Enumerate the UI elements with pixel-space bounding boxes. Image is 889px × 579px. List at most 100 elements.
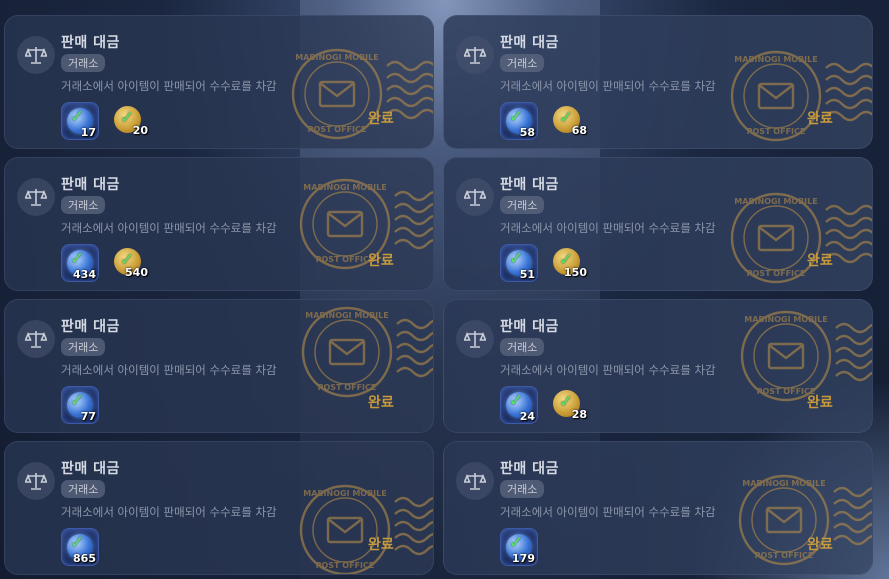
postmark-stamp: MABINOGI MOBILE POST OFFICE bbox=[726, 38, 872, 148]
postmark-stamp: MABINOGI MOBILE POST OFFICE bbox=[734, 462, 872, 572]
mail-card[interactable]: 판매 대금 거래소 거래소에서 아이템이 판매되어 수수료를 차감 ✓ 77 M… bbox=[4, 299, 434, 433]
mail-category-tag: 거래소 bbox=[61, 54, 106, 72]
check-icon: ✓ bbox=[70, 391, 85, 411]
envelope-icon bbox=[328, 338, 366, 366]
mail-description: 거래소에서 아이템이 판매되어 수수료를 차감 bbox=[61, 505, 277, 519]
status-label: 완료 bbox=[368, 253, 394, 269]
mail-category-tag: 거래소 bbox=[500, 480, 545, 498]
mail-title: 판매 대금 bbox=[500, 35, 559, 51]
check-icon: ✓ bbox=[509, 533, 524, 553]
check-icon: ✓ bbox=[509, 107, 524, 127]
check-icon: ✓ bbox=[70, 249, 85, 269]
mail-description: 거래소에서 아이템이 판매되어 수수료를 차감 bbox=[61, 79, 277, 93]
mail-description: 거래소에서 아이템이 판매되어 수수료를 차감 bbox=[500, 505, 716, 519]
stamp-top-text: MABINOGI MOBILE bbox=[305, 311, 388, 320]
reward-quantity: 540 bbox=[125, 266, 148, 279]
reward-gold[interactable]: ✓ 540 bbox=[112, 246, 148, 279]
mail-description: 거래소에서 아이템이 판매되어 수수료를 차감 bbox=[500, 221, 716, 235]
reward-gem[interactable]: ✓ 24 bbox=[500, 386, 538, 424]
mail-card[interactable]: 판매 대금 거래소 거래소에서 아이템이 판매되어 수수료를 차감 ✓ 24 ✓… bbox=[443, 299, 873, 433]
mail-card[interactable]: 판매 대금 거래소 거래소에서 아이템이 판매되어 수수료를 차감 ✓ 434 … bbox=[4, 157, 434, 291]
status-label: 완료 bbox=[368, 111, 394, 127]
stamp-top-text: MABINOGI MOBILE bbox=[734, 55, 817, 64]
mail-card[interactable]: 판매 대금 거래소 거래소에서 아이템이 판매되어 수수료를 차감 ✓ 865 … bbox=[4, 441, 434, 575]
postmark-stamp: MABINOGI MOBILE POST OFFICE bbox=[297, 300, 433, 404]
reward-quantity: 58 bbox=[519, 126, 535, 139]
stamp-top-text: MABINOGI MOBILE bbox=[295, 53, 378, 62]
reward-gem[interactable]: ✓ 51 bbox=[500, 244, 538, 282]
check-icon: ✓ bbox=[70, 107, 85, 127]
reward-gem[interactable]: ✓ 58 bbox=[500, 102, 538, 140]
reward-gem[interactable]: ✓ 17 bbox=[61, 102, 99, 140]
reward-gold[interactable]: ✓ 68 bbox=[551, 104, 587, 137]
envelope-icon bbox=[326, 516, 364, 544]
mail-list: 판매 대금 거래소 거래소에서 아이템이 판매되어 수수료를 차감 ✓ 17 ✓… bbox=[0, 0, 889, 579]
mail-card[interactable]: 판매 대금 거래소 거래소에서 아이템이 판매되어 수수료를 차감 ✓ 58 ✓… bbox=[443, 15, 873, 149]
mail-card[interactable]: 판매 대금 거래소 거래소에서 아이템이 판매되어 수수료를 차감 ✓ 17 ✓… bbox=[4, 15, 434, 149]
mail-title: 판매 대금 bbox=[500, 319, 559, 335]
mail-description: 거래소에서 아이템이 판매되어 수수료를 차감 bbox=[61, 221, 277, 235]
scale-icon bbox=[17, 462, 55, 500]
mail-category-tag: 거래소 bbox=[500, 196, 545, 214]
reward-quantity: 68 bbox=[571, 124, 587, 137]
reward-quantity: 51 bbox=[519, 268, 535, 281]
mail-card[interactable]: 판매 대금 거래소 거래소에서 아이템이 판매되어 수수료를 차감 ✓ 51 ✓… bbox=[443, 157, 873, 291]
mail-category-tag: 거래소 bbox=[500, 54, 545, 72]
status-label: 완료 bbox=[807, 111, 833, 127]
reward-quantity: 865 bbox=[73, 552, 96, 565]
status-label: 완료 bbox=[807, 537, 833, 553]
envelope-icon bbox=[765, 506, 803, 534]
stamp-bottom-text: POST OFFICE bbox=[747, 269, 806, 278]
stamp-top-text: MABINOGI MOBILE bbox=[742, 479, 825, 488]
check-icon: ✓ bbox=[509, 249, 524, 269]
reward-gem[interactable]: ✓ 77 bbox=[61, 386, 99, 424]
scale-icon bbox=[17, 36, 55, 74]
stamp-bottom-text: POST OFFICE bbox=[308, 125, 367, 134]
reward-quantity: 17 bbox=[80, 126, 96, 139]
mail-category-tag: 거래소 bbox=[61, 196, 106, 214]
stamp-top-text: MABINOGI MOBILE bbox=[303, 489, 386, 498]
postmark-stamp: MABINOGI MOBILE POST OFFICE bbox=[295, 166, 433, 276]
reward-quantity: 24 bbox=[519, 410, 535, 423]
mail-title: 판매 대금 bbox=[500, 461, 559, 477]
status-label: 완료 bbox=[368, 395, 394, 411]
mail-title: 판매 대금 bbox=[61, 319, 120, 335]
stamp-bottom-text: POST OFFICE bbox=[747, 127, 806, 136]
stamp-top-text: MABINOGI MOBILE bbox=[744, 315, 827, 324]
postmark-stamp: MABINOGI MOBILE POST OFFICE bbox=[736, 300, 872, 408]
mail-description: 거래소에서 아이템이 판매되어 수수료를 차감 bbox=[500, 363, 716, 377]
reward-quantity: 150 bbox=[564, 266, 587, 279]
mail-card[interactable]: 판매 대금 거래소 거래소에서 아이템이 판매되어 수수료를 차감 ✓ 179 … bbox=[443, 441, 873, 575]
postmark-stamp: MABINOGI MOBILE POST OFFICE bbox=[287, 36, 433, 146]
mail-title: 판매 대금 bbox=[61, 35, 120, 51]
scale-icon bbox=[456, 320, 494, 358]
scale-icon bbox=[17, 178, 55, 216]
postmark-stamp: MABINOGI MOBILE POST OFFICE bbox=[726, 180, 872, 290]
status-label: 완료 bbox=[368, 537, 394, 553]
reward-quantity: 434 bbox=[73, 268, 96, 281]
check-icon: ✓ bbox=[70, 533, 85, 553]
reward-gold[interactable]: ✓ 28 bbox=[551, 388, 587, 421]
reward-gold[interactable]: ✓ 150 bbox=[551, 246, 587, 279]
reward-quantity: 20 bbox=[132, 124, 148, 137]
envelope-icon bbox=[757, 82, 795, 110]
envelope-icon bbox=[326, 210, 364, 238]
reward-quantity: 77 bbox=[80, 410, 96, 423]
postmark-stamp: MABINOGI MOBILE POST OFFICE bbox=[295, 472, 433, 574]
mail-category-tag: 거래소 bbox=[61, 480, 106, 498]
envelope-icon bbox=[757, 224, 795, 252]
status-label: 완료 bbox=[807, 253, 833, 269]
scale-icon bbox=[17, 320, 55, 358]
reward-gem[interactable]: ✓ 865 bbox=[61, 528, 99, 566]
mail-description: 거래소에서 아이템이 판매되어 수수료를 차감 bbox=[61, 363, 277, 377]
reward-quantity: 28 bbox=[571, 408, 587, 421]
stamp-bottom-text: POST OFFICE bbox=[318, 383, 377, 392]
reward-gem[interactable]: ✓ 434 bbox=[61, 244, 99, 282]
stamp-bottom-text: POST OFFICE bbox=[316, 255, 375, 264]
reward-gold[interactable]: ✓ 20 bbox=[112, 104, 148, 137]
reward-gem[interactable]: ✓ 179 bbox=[500, 528, 538, 566]
status-label: 완료 bbox=[807, 395, 833, 411]
mail-category-tag: 거래소 bbox=[61, 338, 106, 356]
stamp-bottom-text: POST OFFICE bbox=[316, 561, 375, 570]
mail-title: 판매 대금 bbox=[500, 177, 559, 193]
